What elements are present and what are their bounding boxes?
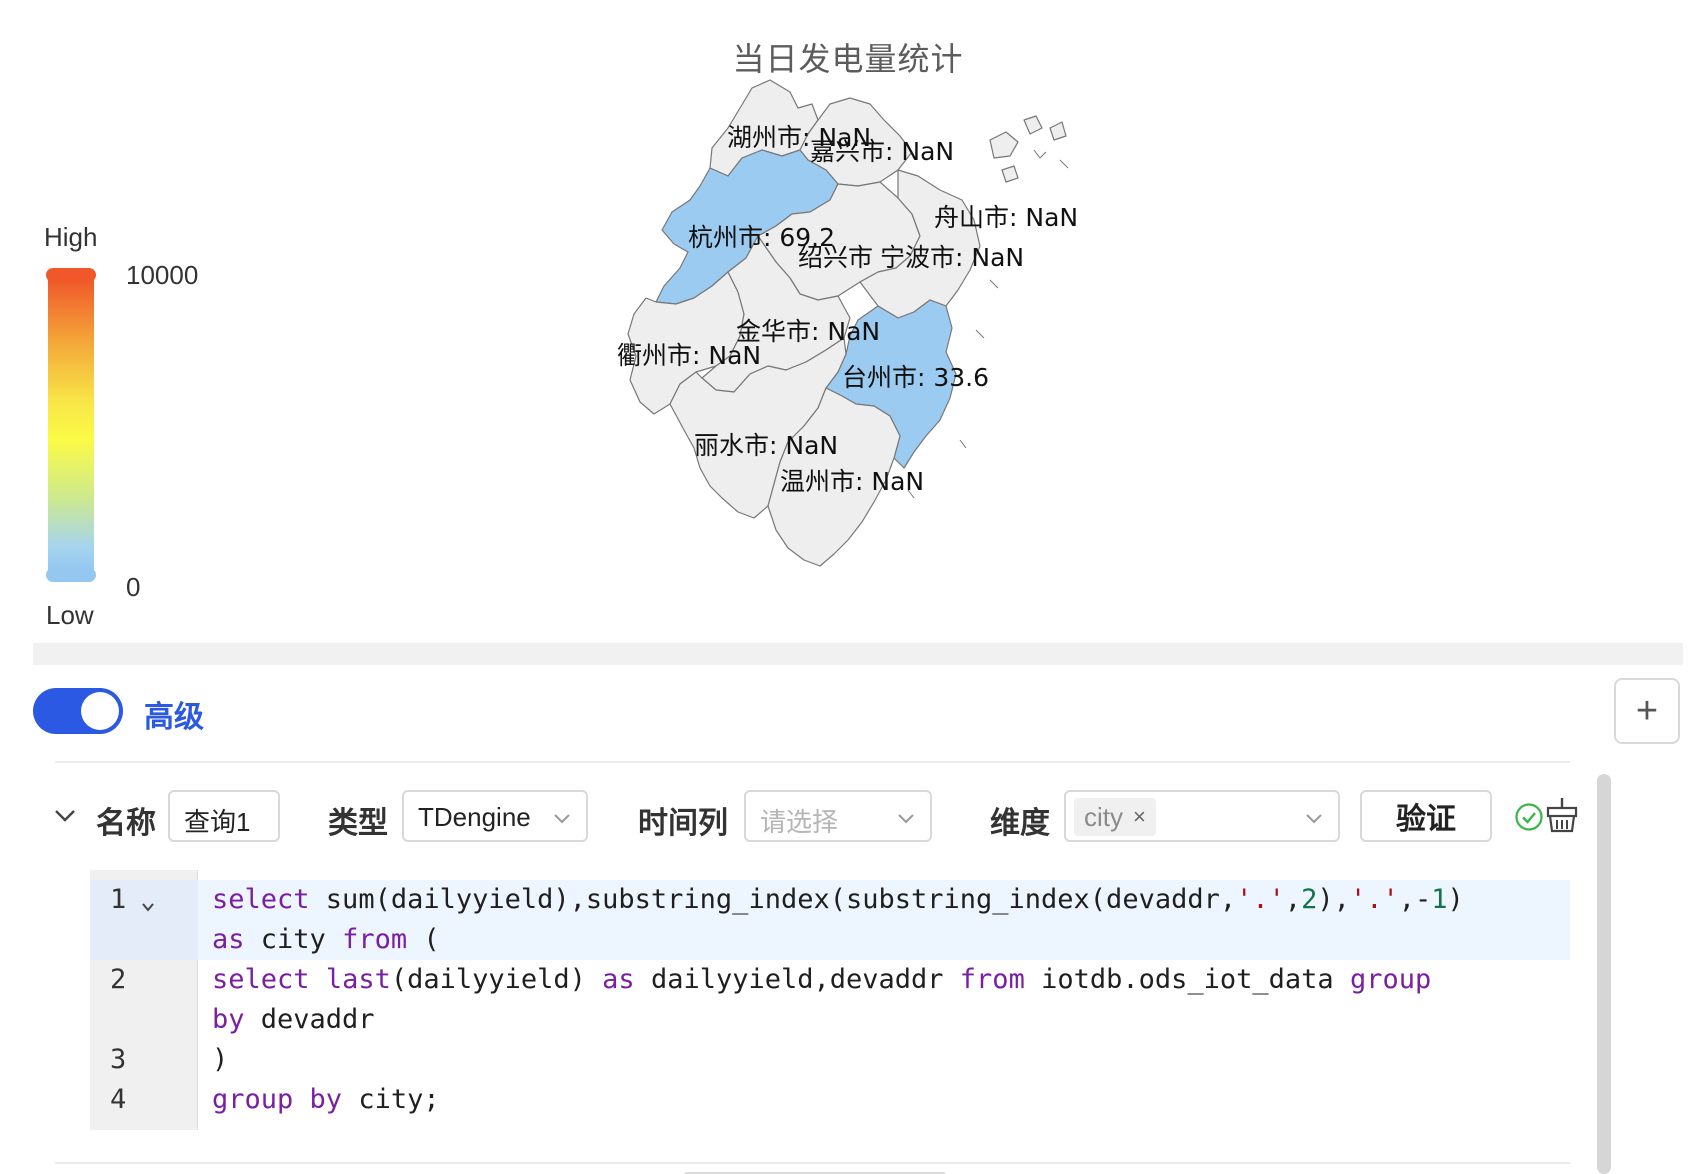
code-line: as city from (: [212, 924, 440, 955]
advanced-mode-label: 高级: [144, 701, 204, 734]
island-mark: [1059, 159, 1069, 169]
advanced-mode-switch[interactable]: [33, 688, 123, 734]
chevron-down-icon[interactable]: [52, 802, 78, 828]
plus-icon: +: [1635, 689, 1659, 732]
code-line: by devaddr: [212, 1004, 375, 1035]
panel-divider-bottom: [55, 1162, 1570, 1164]
chevron-down-icon: [554, 814, 570, 824]
line-number: 2: [110, 964, 127, 995]
code-line: ): [212, 1044, 229, 1075]
line-number: 3: [110, 1044, 127, 1075]
query-name-input[interactable]: 查询1: [168, 790, 280, 842]
map-label-lishui: 丽水市: NaN: [694, 431, 839, 460]
map-label-quzhou: 衢州市: NaN: [617, 341, 762, 370]
line-number: 4: [110, 1084, 127, 1115]
dimension-label: 维度: [990, 807, 1050, 840]
time-column-placeholder: 请选择: [760, 807, 839, 837]
map-label-zhoushan: 舟山市: NaN: [934, 203, 1079, 232]
fold-chevron-icon[interactable]: [140, 900, 156, 914]
map-label-taizhou: 台州市: 33.6: [842, 363, 990, 392]
query-config-row: 名称 查询1 类型 TDengine 时间列 请选择 维度 city × 验证: [0, 790, 1696, 842]
type-select-value: TDengine: [418, 802, 531, 832]
region-zhoushan[interactable]: [989, 115, 1067, 183]
dimension-select[interactable]: city ×: [1064, 790, 1340, 842]
code-line: group by city;: [212, 1084, 440, 1115]
type-select[interactable]: TDengine: [402, 790, 588, 842]
dimension-tag-text: city: [1084, 801, 1123, 832]
time-column-select[interactable]: 请选择: [744, 790, 932, 842]
panel-divider-top: [55, 761, 1570, 763]
island-mark: [989, 279, 999, 289]
map-label-wenzhou: 温州市: NaN: [780, 467, 925, 496]
time-column-label: 时间列: [638, 807, 728, 840]
check-circle-icon: [1515, 803, 1543, 831]
map-label-shaoxing: 绍兴市: [798, 243, 874, 272]
clear-basket-icon[interactable]: [1544, 796, 1580, 834]
chevron-down-icon: [898, 814, 914, 824]
verify-button[interactable]: 验证: [1360, 790, 1492, 842]
map-label-ningbo: 宁波市: NaN: [880, 243, 1025, 272]
gutter-active-line: [90, 880, 198, 960]
code-line: select last(dailyyield) as dailyyield,de…: [212, 964, 1432, 995]
switch-knob: [81, 692, 119, 730]
map-label-jiaxing: 嘉兴市: NaN: [810, 137, 955, 166]
section-divider: [33, 643, 1683, 665]
close-icon[interactable]: ×: [1133, 804, 1146, 830]
type-label: 类型: [328, 807, 388, 840]
island-mark: [1033, 149, 1047, 159]
chevron-down-icon: [1306, 814, 1322, 824]
dimension-tag: city ×: [1074, 798, 1156, 836]
sql-editor[interactable]: 1 2 3 4 select sum(dailyyield),substring…: [90, 870, 1570, 1130]
line-number: 1: [110, 884, 127, 915]
add-query-button[interactable]: +: [1614, 678, 1680, 744]
verify-button-label: 验证: [1396, 803, 1456, 836]
code-line: select sum(dailyyield),substring_index(s…: [212, 884, 1464, 915]
vertical-scrollbar[interactable]: [1597, 774, 1611, 1174]
name-label: 名称: [96, 807, 156, 840]
island-mark: [959, 439, 967, 449]
map-chart: 当日发电量统计 High 10000 0 Low 湖州市: NaN 嘉兴市: N…: [0, 0, 1696, 640]
island-mark: [975, 329, 985, 339]
